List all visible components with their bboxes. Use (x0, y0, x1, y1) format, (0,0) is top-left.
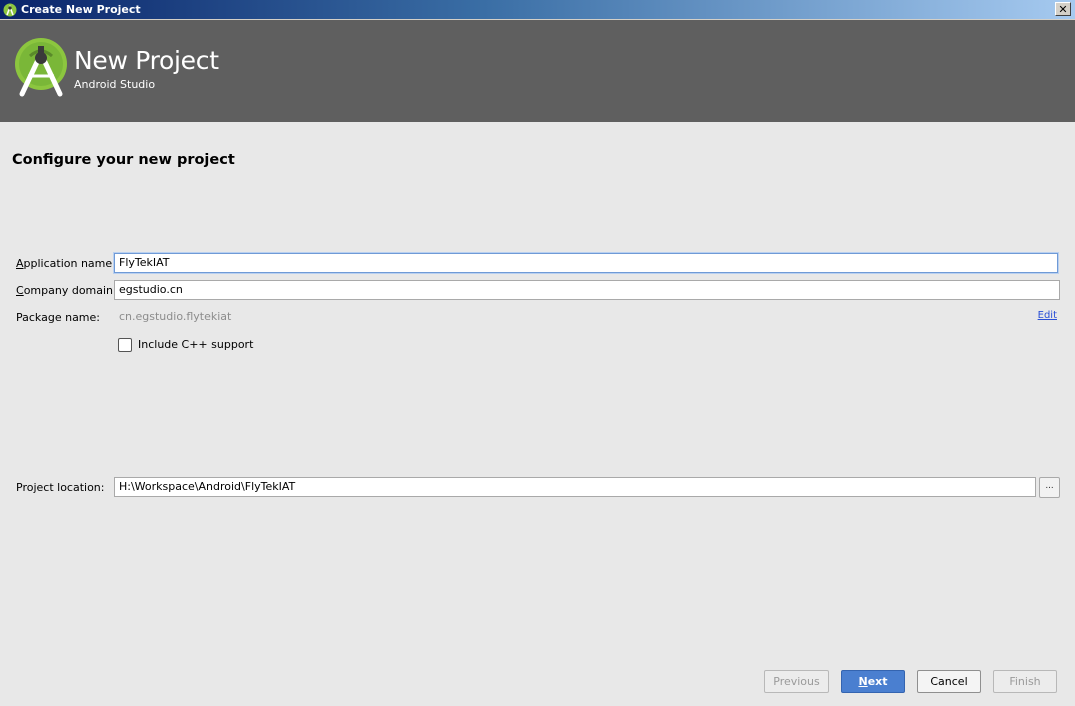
cpp-support-label[interactable]: Include C++ support (138, 338, 253, 351)
project-location-input[interactable]: H:\Workspace\Android\FlyTekIAT (114, 477, 1036, 497)
package-name-value: cn.egstudio.flytekiat (119, 310, 232, 323)
banner-subheading: Android Studio (74, 78, 156, 91)
company-domain-label-text: ompany domain: (23, 284, 117, 297)
cancel-button[interactable]: Cancel (917, 670, 981, 693)
edit-package-link[interactable]: Edit (1038, 310, 1057, 321)
company-domain-label: Company domain: (16, 284, 117, 297)
android-studio-logo-icon (15, 38, 67, 97)
previous-button[interactable]: Previous (764, 670, 829, 693)
next-button[interactable]: Next (841, 670, 905, 693)
next-mnemonic: N (858, 675, 868, 688)
company-domain-input[interactable]: egstudio.cn (114, 280, 1060, 300)
close-window-button[interactable]: ✕ (1055, 2, 1071, 16)
window-title: Create New Project (21, 3, 141, 16)
section-title: Configure your new project (12, 152, 235, 168)
app-name-label-text: pplication name: (23, 257, 116, 270)
app-name-input[interactable]: FlyTekIAT (114, 253, 1058, 273)
package-name-label: Package name: (16, 311, 100, 324)
window-titlebar: Create New Project ✕ (0, 0, 1075, 20)
header-banner: New Project Android Studio (0, 20, 1075, 122)
close-icon: ✕ (1058, 2, 1068, 16)
company-domain-mnemonic: C (16, 284, 24, 297)
app-name-mnemonic: A (16, 257, 24, 270)
app-name-label: Application name: (16, 257, 116, 270)
browse-location-button[interactable]: ... (1039, 477, 1060, 498)
banner-heading: New Project (74, 46, 219, 75)
next-label-rest: ext (867, 675, 888, 688)
android-studio-app-icon (3, 3, 17, 16)
finish-button[interactable]: Finish (993, 670, 1057, 693)
project-location-label: Project location: (16, 481, 105, 494)
cpp-support-checkbox[interactable] (118, 338, 132, 352)
